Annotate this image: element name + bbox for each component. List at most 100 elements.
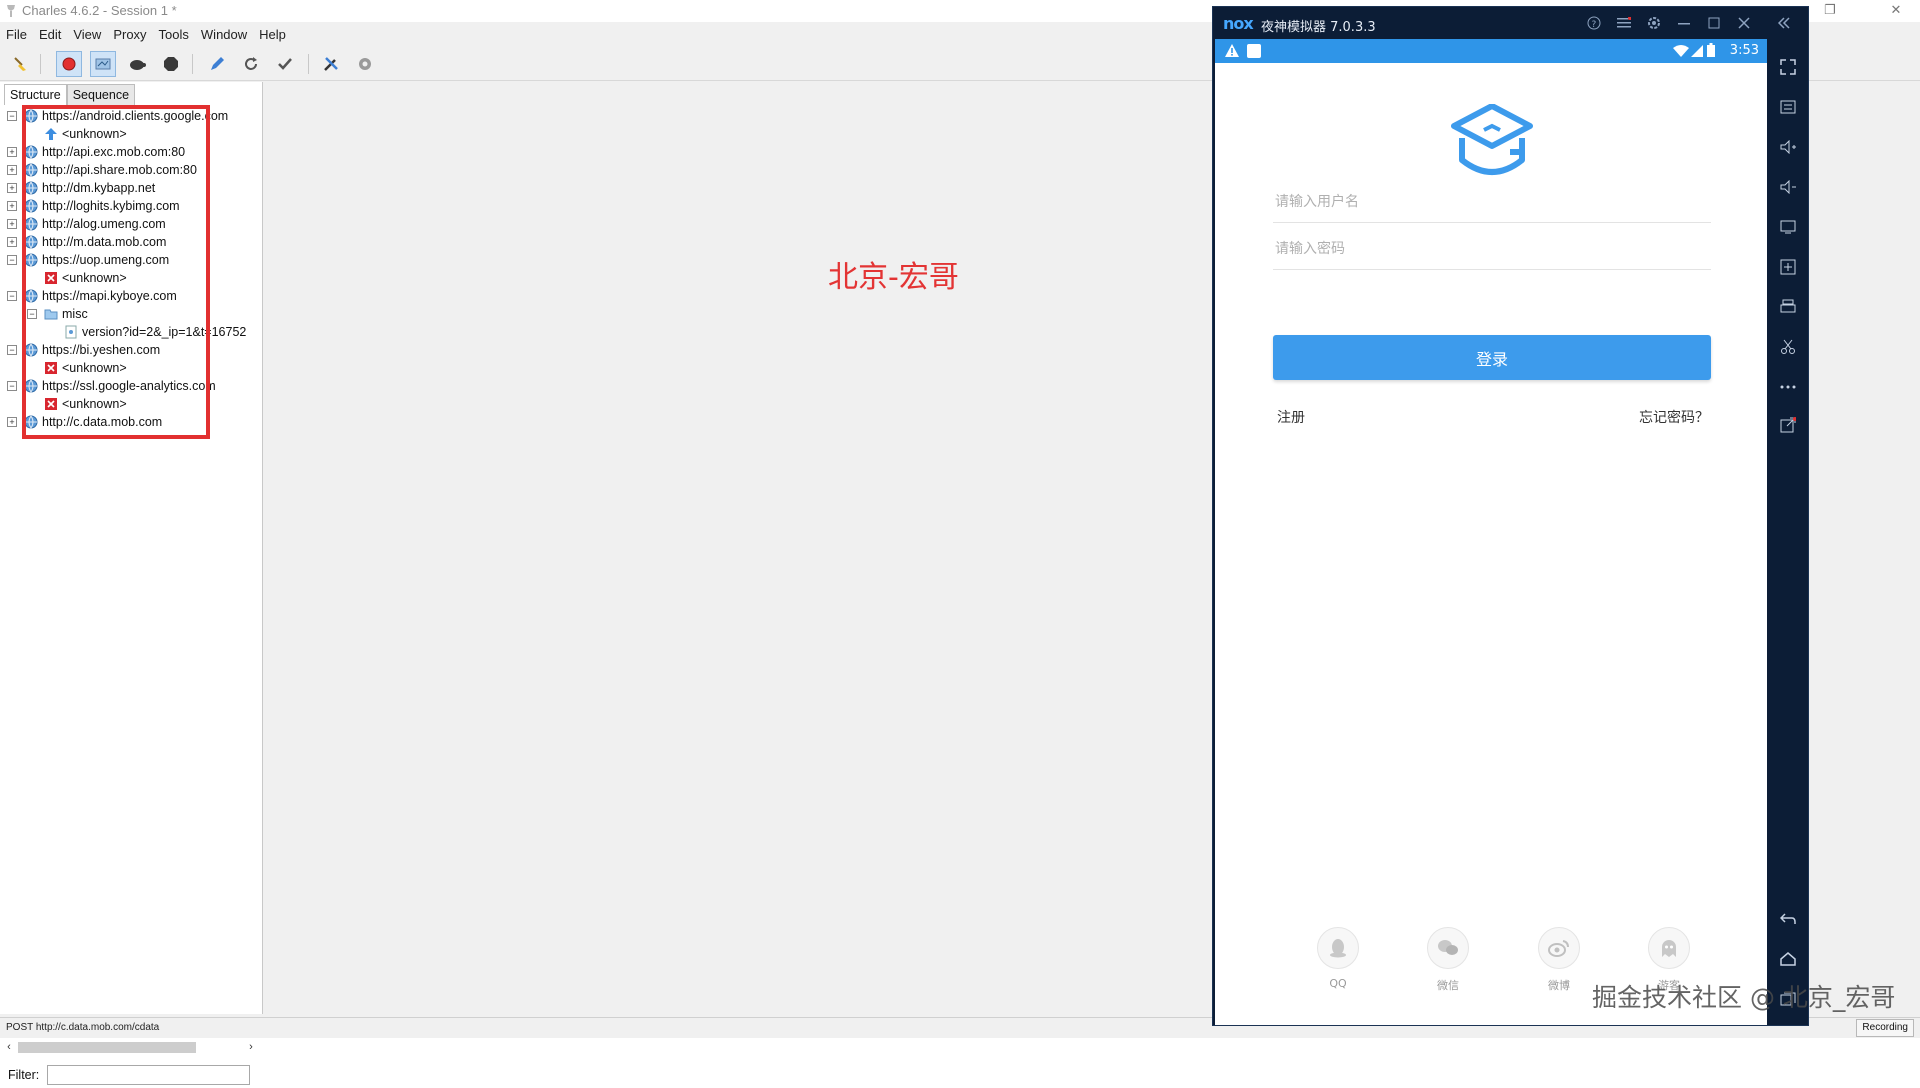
qq-penguin-icon [1317, 927, 1359, 969]
tab-sequence[interactable]: Sequence [66, 84, 136, 105]
close-icon[interactable]: ✕ [1874, 0, 1918, 22]
menu-icon[interactable] [1613, 13, 1635, 33]
collapse-icon[interactable]: − [7, 381, 17, 391]
tree-row[interactable]: <unknown> [0, 395, 262, 413]
register-link[interactable]: 注册 [1277, 407, 1305, 427]
tree-row[interactable]: − https://uop.umeng.com [0, 251, 262, 269]
tree-row[interactable]: + http://m.data.mob.com [0, 233, 262, 251]
collapse-icon[interactable]: − [27, 309, 37, 319]
volume-up-icon[interactable] [1776, 135, 1800, 159]
tree-row[interactable]: + http://alog.umeng.com [0, 215, 262, 233]
more-icon[interactable] [1776, 375, 1800, 399]
tools-icon[interactable] [318, 51, 344, 77]
tree-row[interactable]: − https://android.clients.google.com [0, 107, 262, 125]
password-input[interactable] [1273, 229, 1715, 269]
settings-icon[interactable] [352, 51, 378, 77]
username-input[interactable] [1273, 182, 1715, 222]
menu-help[interactable]: Help [253, 24, 292, 46]
globe-icon [24, 217, 38, 231]
tree-row[interactable]: + http://api.exc.mob.com:80 [0, 143, 262, 161]
tree-row[interactable]: + http://loghits.kybimg.com [0, 197, 262, 215]
keyboard-icon[interactable] [1776, 95, 1800, 119]
tree-row[interactable]: + http://c.data.mob.com [0, 413, 262, 431]
android-screen: 3:53 登录 注册 忘记密码？ QQ 微信 [1215, 39, 1767, 1025]
filter-input[interactable] [47, 1065, 250, 1085]
login-wechat-button[interactable]: 微信 [1420, 927, 1476, 993]
menu-window[interactable]: Window [195, 24, 253, 46]
home-icon[interactable] [1776, 947, 1800, 971]
menu-edit[interactable]: Edit [33, 24, 67, 46]
maximize-icon[interactable] [1703, 13, 1725, 33]
collapse-icon[interactable]: − [7, 291, 17, 301]
collapse-icon[interactable]: − [7, 255, 17, 265]
error-x-icon [44, 361, 58, 375]
tree-row-label: https://mapi.kyboye.com [42, 289, 177, 303]
scroll-thumb[interactable] [18, 1042, 196, 1053]
menu-view[interactable]: View [67, 24, 107, 46]
pen-icon[interactable] [204, 51, 230, 77]
menu-tools[interactable]: Tools [153, 24, 195, 46]
add-apk-icon[interactable] [1776, 255, 1800, 279]
refresh-icon[interactable] [238, 51, 264, 77]
print-icon[interactable] [1776, 295, 1800, 319]
password-field [1273, 229, 1715, 270]
menu-proxy[interactable]: Proxy [107, 24, 152, 46]
expand-icon[interactable]: + [7, 165, 17, 175]
expand-icon[interactable]: + [7, 201, 17, 211]
expand-icon[interactable]: + [7, 147, 17, 157]
tab-structure[interactable]: Structure [4, 84, 67, 105]
tree-row[interactable]: − https://bi.yeshen.com [0, 341, 262, 359]
collapse-icon[interactable]: − [7, 111, 17, 121]
globe-icon [24, 343, 38, 357]
volume-down-icon[interactable] [1776, 175, 1800, 199]
share-out-icon[interactable] [1776, 413, 1800, 437]
tree-row[interactable]: <unknown> [0, 359, 262, 377]
notification-square-icon [1247, 44, 1261, 58]
nox-logo: nox [1223, 14, 1254, 33]
close-icon[interactable] [1733, 13, 1755, 33]
stop-icon[interactable] [158, 51, 184, 77]
expand-icon[interactable]: + [7, 183, 17, 193]
tree-row[interactable]: + http://api.share.mob.com:80 [0, 161, 262, 179]
tree-row[interactable]: + http://dm.kybapp.net [0, 179, 262, 197]
tree-row-label: https://uop.umeng.com [42, 253, 170, 267]
tree-row[interactable]: <unknown> [0, 125, 262, 143]
record-icon[interactable] [56, 51, 82, 77]
expand-icon[interactable]: + [7, 237, 17, 247]
tree-row-label: version?id=2&_ip=1&t=16752 [82, 325, 247, 339]
back-icon[interactable] [1776, 907, 1800, 931]
broom-icon[interactable] [8, 51, 34, 77]
scroll-left-icon[interactable]: ‹ [2, 1038, 16, 1056]
throttle-icon[interactable] [90, 51, 116, 77]
globe-icon [24, 109, 38, 123]
login-button[interactable]: 登录 [1273, 335, 1711, 380]
login-qq-button[interactable]: QQ [1310, 927, 1366, 990]
tree-row[interactable]: − misc [0, 305, 262, 323]
restore-icon[interactable]: ❐ [1808, 0, 1852, 22]
scroll-right-icon[interactable]: › [244, 1038, 258, 1056]
fullscreen-icon[interactable] [1776, 55, 1800, 79]
screen-icon[interactable] [1776, 215, 1800, 239]
expand-icon[interactable]: + [7, 417, 17, 427]
forgot-password-link[interactable]: 忘记密码？ [1639, 407, 1709, 427]
check-icon[interactable] [272, 51, 298, 77]
tree-row[interactable]: version?id=2&_ip=1&t=16752 [0, 323, 262, 341]
help-icon[interactable]: ? [1583, 13, 1605, 33]
expand-icon[interactable]: + [7, 219, 17, 229]
collapse-icon[interactable]: − [7, 345, 17, 355]
social-label: QQ [1329, 977, 1347, 990]
tree-row[interactable]: <unknown> [0, 269, 262, 287]
menu-file[interactable]: File [0, 24, 33, 46]
minimize-icon[interactable] [1673, 13, 1695, 33]
turtle-icon[interactable] [124, 51, 150, 77]
tree-row-label: https://android.clients.google.com [42, 109, 229, 123]
login-weibo-button[interactable]: 微博 [1531, 927, 1587, 993]
horizontal-scrollbar[interactable]: ‹ › [0, 1038, 262, 1056]
gear-icon[interactable] [1643, 13, 1665, 33]
tree-row[interactable]: − https://ssl.google-analytics.com [0, 377, 262, 395]
scissors-icon[interactable] [1776, 335, 1800, 359]
recording-status[interactable]: Recording [1856, 1019, 1914, 1037]
app-logo-icon [1451, 104, 1533, 175]
collapse-sidebar-icon[interactable] [1773, 13, 1795, 33]
tree-row[interactable]: − https://mapi.kyboye.com [0, 287, 262, 305]
